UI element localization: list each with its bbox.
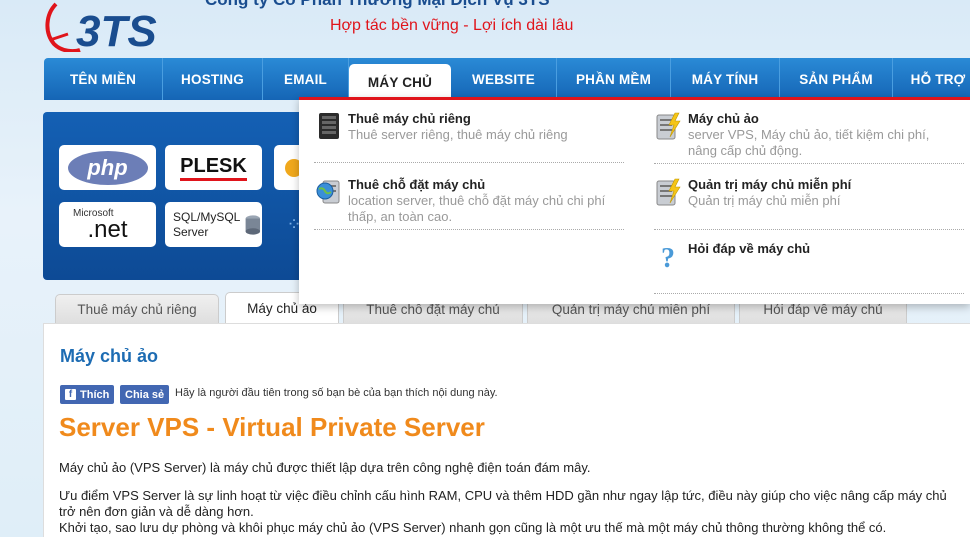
tab-thue-may-chu-rieng[interactable]: Thuê máy chủ riêng — [55, 294, 219, 324]
page-title: Máy chủ ảo — [60, 346, 159, 366]
menu-item-desc: location server, thuê chỗ đặt máy chủ ch… — [348, 193, 606, 224]
nav-item-ho-tro[interactable]: Hỗ trợ — [893, 58, 970, 100]
menu-item-desc: Thuê server riêng, thuê máy chủ riêng — [348, 127, 568, 142]
nav-item-may-chu[interactable]: Máy chủ — [349, 64, 451, 100]
share-label: Chia sẻ — [125, 388, 165, 401]
article-heading: Server VPS - Virtual Private Server — [59, 412, 485, 442]
menu-item-title: Thuê chỗ đặt máy chủ — [348, 177, 486, 192]
nav-item-email[interactable]: Email — [263, 58, 349, 100]
menu-item-title: Hỏi đáp về máy chủ — [688, 241, 811, 256]
paragraph-backup: Khởi tạo, sao lưu dự phòng và khôi phục … — [59, 520, 887, 535]
may-chu-dropdown-menu: Thuê máy chủ riêng Thuê server riêng, th… — [299, 97, 970, 304]
menu-item-title: Thuê máy chủ riêng — [348, 111, 471, 126]
menu-divider — [654, 229, 964, 230]
menu-divider — [314, 229, 624, 230]
globe-server-icon — [314, 177, 344, 207]
nav-item-website[interactable]: Website — [451, 58, 557, 100]
menu-item-title: Máy chủ ảo — [688, 111, 759, 126]
php-label: php — [87, 154, 128, 180]
menu-divider — [654, 293, 964, 294]
main-nav: Tên miền Hosting Email Máy chủ Website P… — [44, 58, 970, 100]
paragraph-intro: Máy chủ ảo (VPS Server) là máy chủ được … — [59, 460, 591, 475]
main-content: Máy chủ ảo f Thích Chia sẻ Hãy là người … — [43, 323, 970, 537]
plesk-label: PLESK — [180, 155, 247, 181]
plesk-logo-tile: PLESK — [165, 145, 262, 190]
technology-banner: php PLESK Microsoft .net SQL/MySQL Serve… — [43, 112, 305, 280]
nav-item-hosting[interactable]: Hosting — [163, 58, 263, 100]
nav-item-phan-mem[interactable]: Phần mềm — [557, 58, 671, 100]
sql-logo-tile: SQL/MySQL Server — [165, 202, 262, 247]
sql-label: SQL/MySQL — [173, 209, 241, 224]
paragraph-advantages-line1: Ưu điểm VPS Server là sự linh hoạt từ vi… — [59, 488, 947, 503]
svg-text:?: ? — [661, 243, 675, 271]
facebook-icon: f — [65, 389, 76, 400]
dotnet-label: .net — [87, 216, 128, 243]
menu-item-desc: server VPS, Máy chủ ảo, tiết kiệm chi ph… — [688, 127, 930, 158]
database-icon — [245, 214, 261, 235]
facebook-like-button[interactable]: f Thích — [60, 385, 115, 404]
company-logo[interactable]: 3TS — [40, 0, 180, 52]
menu-item-title: Quản trị máy chủ miễn phí — [688, 177, 852, 192]
menu-divider — [314, 162, 624, 163]
social-note: Hãy là người đầu tiên trong số bạn bè củ… — [175, 387, 498, 399]
menu-divider — [654, 163, 964, 164]
menu-item-may-chu-ao[interactable]: Máy chủ ảo server VPS, Máy chủ ảo, tiết … — [654, 111, 954, 159]
tagline: Hợp tác bền vững - Lợi ích dài lâu — [330, 17, 574, 34]
server-admin-icon — [654, 177, 684, 207]
menu-item-quan-tri-may-chu[interactable]: Quản trị máy chủ miễn phí Quản trị máy c… — [654, 177, 954, 209]
menu-item-thue-cho-dat-may-chu[interactable]: Thuê chỗ đặt máy chủ location server, th… — [314, 177, 624, 225]
server-rack-icon — [314, 111, 344, 141]
question-icon: ? — [654, 241, 684, 271]
vps-lightning-icon — [654, 111, 684, 141]
site-title: Công ty Cổ Phần Thương Mại Dịch Vụ 3TS — [205, 0, 550, 10]
paragraph-advantages-line2: trở nên đơn giản và dễ dàng hơn. — [59, 504, 254, 519]
dotnet-logo-tile: Microsoft .net — [59, 202, 156, 247]
menu-item-hoi-dap-may-chu[interactable]: ? Hỏi đáp về máy chủ — [654, 241, 954, 271]
php-logo-tile: php — [59, 145, 156, 190]
like-label: Thích — [80, 388, 110, 401]
nav-item-san-pham[interactable]: Sản phẩm — [780, 58, 893, 100]
nav-item-may-tinh[interactable]: Máy tính — [671, 58, 780, 100]
nav-item-ten-mien[interactable]: Tên miền — [44, 58, 163, 100]
sql-sub-label: Server — [173, 224, 209, 239]
facebook-share-button[interactable]: Chia sẻ — [120, 385, 170, 404]
menu-item-thue-may-chu-rieng[interactable]: Thuê máy chủ riêng Thuê server riêng, th… — [314, 111, 634, 143]
logo-text: 3TS — [76, 7, 157, 52]
menu-item-desc: Quản trị máy chủ miễn phí — [688, 193, 841, 208]
